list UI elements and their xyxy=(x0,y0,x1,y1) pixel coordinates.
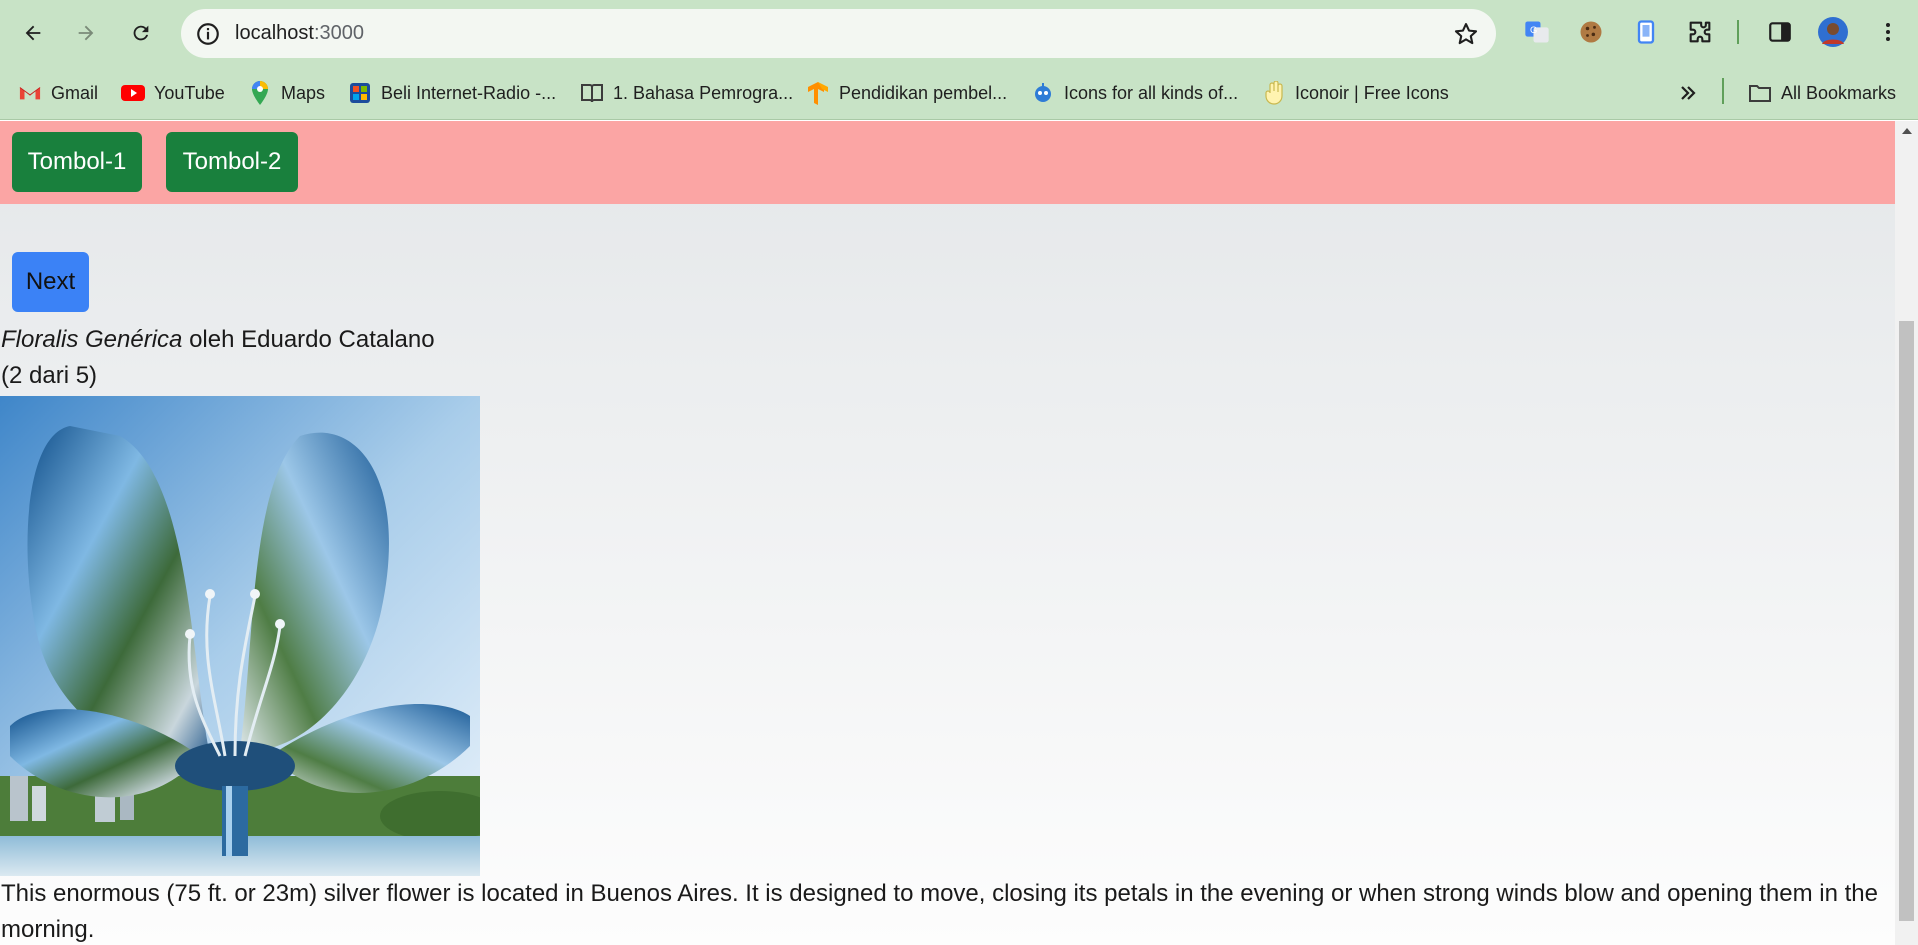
bookmark-icons-for-all[interactable]: Icons for all kinds of... xyxy=(1031,78,1238,108)
next-button[interactable]: Next xyxy=(12,252,89,312)
bookmarks-separator xyxy=(1722,78,1724,104)
bookmark-internet-radio[interactable]: Beli Internet-Radio -... xyxy=(348,78,556,108)
sculpture-image xyxy=(0,396,480,876)
bookmark-label: Iconoir | Free Icons xyxy=(1295,82,1449,103)
translate-extension-icon[interactable]: G xyxy=(1521,16,1553,48)
double-chevron-right-icon xyxy=(1681,86,1696,100)
radio-icon xyxy=(348,81,372,105)
bookmark-label: 1. Bahasa Pemrogra... xyxy=(613,82,794,103)
arrow-right-icon xyxy=(78,25,94,41)
url-host: localhost xyxy=(235,22,314,44)
toolbar-separator xyxy=(1737,20,1739,44)
url-text[interactable]: localhost:3000 xyxy=(235,22,364,45)
bookmark-star-icon[interactable] xyxy=(1452,20,1480,48)
profile-avatar[interactable] xyxy=(1817,16,1849,48)
menu-kebab-icon[interactable] xyxy=(1872,16,1904,48)
all-bookmarks-button[interactable]: All Bookmarks xyxy=(1748,78,1896,108)
bookmark-iconoir[interactable]: Iconoir | Free Icons xyxy=(1262,78,1449,108)
extensions-puzzle-icon[interactable] xyxy=(1684,16,1716,48)
reload-icon xyxy=(133,25,149,41)
tombol-1-button[interactable]: Tombol-1 xyxy=(12,132,142,192)
cookie-extension-icon[interactable] xyxy=(1575,16,1607,48)
reload-button[interactable] xyxy=(121,13,161,53)
book-icon xyxy=(580,81,604,105)
sculpture-title: Floralis Genérica xyxy=(1,326,183,353)
bookmark-label: Beli Internet-Radio -... xyxy=(381,82,557,103)
svg-text:G: G xyxy=(1530,25,1537,35)
page-viewport: Tombol-1 Tombol-2 Next Floralis Genérica… xyxy=(0,121,1918,945)
bookmark-label: YouTube xyxy=(154,82,225,103)
robot-icon xyxy=(1031,81,1055,105)
bookmark-label: Gmail xyxy=(51,82,99,103)
scrollbar-thumb[interactable] xyxy=(1899,321,1914,921)
tombol-2-button[interactable]: Tombol-2 xyxy=(166,132,298,192)
arrow-left-icon xyxy=(25,25,41,41)
url-port: :3000 xyxy=(313,22,364,44)
bookmark-label: Maps xyxy=(281,82,326,103)
bookmark-label: Icons for all kinds of... xyxy=(1064,82,1239,103)
bookmark-pendidikan[interactable]: Pendidikan pembel... xyxy=(806,78,1007,108)
bookmarks-overflow-button[interactable] xyxy=(1678,78,1698,108)
scroll-up-arrow-icon[interactable] xyxy=(1895,121,1918,141)
bookmark-youtube[interactable]: YouTube xyxy=(121,78,225,108)
maps-icon xyxy=(248,81,272,105)
clipboard-extension-icon[interactable] xyxy=(1630,16,1662,48)
address-bar[interactable]: localhost:3000 xyxy=(181,9,1496,58)
browser-toolbar: localhost:3000 G xyxy=(0,0,1918,66)
bookmark-label: Pendidikan pembel... xyxy=(839,82,1008,103)
forward-button[interactable] xyxy=(66,13,106,53)
youtube-icon xyxy=(121,81,145,105)
back-button[interactable] xyxy=(13,13,53,53)
vertical-scrollbar[interactable] xyxy=(1895,121,1918,945)
all-bookmarks-label: All Bookmarks xyxy=(1781,82,1897,103)
tensorflow-icon xyxy=(806,81,830,105)
bookmark-maps[interactable]: Maps xyxy=(248,78,325,108)
sculpture-description: This enormous (75 ft. or 23m) silver flo… xyxy=(1,880,1878,943)
sculpture-heading: Floralis Genérica oleh Eduardo Catalano xyxy=(1,326,435,354)
bookmarks-bar: Gmail YouTube Maps Beli Internet-Radio -… xyxy=(0,66,1918,120)
artist-prefix: oleh xyxy=(182,326,242,353)
sculpture-counter: (2 dari 5) xyxy=(1,362,98,389)
site-info-icon[interactable] xyxy=(195,21,221,47)
bookmark-bahasa-pemrograman[interactable]: 1. Bahasa Pemrogra... xyxy=(580,78,793,108)
artist-name: Eduardo Catalano xyxy=(241,326,435,353)
side-panel-icon[interactable] xyxy=(1764,16,1796,48)
gmail-icon xyxy=(18,81,42,105)
button-bar: Tombol-1 Tombol-2 xyxy=(0,121,1895,204)
bookmark-gmail[interactable]: Gmail xyxy=(18,78,98,108)
folder-icon xyxy=(1748,81,1772,105)
hand-icon xyxy=(1262,81,1286,105)
